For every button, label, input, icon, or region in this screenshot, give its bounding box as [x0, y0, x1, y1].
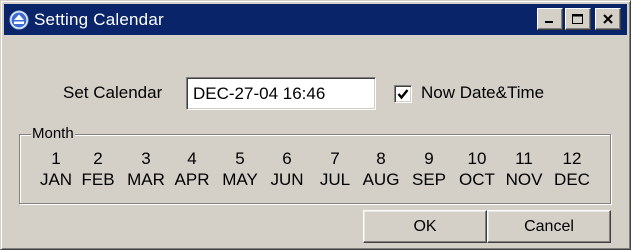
checkmark-icon [397, 89, 409, 100]
month-abbr: JUL [319, 170, 351, 189]
title-bar[interactable]: Setting Calendar [4, 4, 627, 35]
month-option-mar[interactable]: 3 MAR [121, 149, 171, 191]
window-title: Setting Calendar [34, 9, 164, 29]
month-abbr: FEB [81, 170, 115, 189]
month-abbr: JUN [270, 170, 304, 189]
setting-calendar-dialog: Setting Calendar Set Calendar DEC-27-04 … [0, 0, 631, 250]
window-controls [537, 8, 621, 30]
month-number: 11 [515, 149, 533, 168]
month-option-apr[interactable]: 4 APR [167, 149, 217, 191]
cancel-button[interactable]: Cancel [487, 210, 611, 243]
month-option-oct[interactable]: 10 OCT [452, 149, 502, 191]
month-option-sep[interactable]: 9 SEP [404, 149, 454, 191]
month-abbr: OCT [459, 170, 495, 189]
minimize-icon [545, 21, 553, 23]
month-abbr: APR [174, 170, 210, 189]
month-abbr: DEC [554, 170, 590, 189]
month-abbr: NOV [505, 170, 543, 189]
month-option-nov[interactable]: 11 NOV [499, 149, 549, 191]
close-icon [603, 14, 613, 24]
calendar-datetime-input[interactable] [186, 77, 376, 110]
now-datetime-label[interactable]: Now Date&Time [421, 83, 544, 103]
month-option-aug[interactable]: 8 AUG [356, 149, 406, 191]
month-option-jun[interactable]: 6 JUN [262, 149, 312, 191]
month-number: 4 [187, 149, 197, 168]
month-number: 12 [562, 149, 582, 168]
month-number: 9 [424, 149, 434, 168]
maximize-icon [572, 14, 583, 24]
now-datetime-checkbox[interactable] [394, 85, 412, 103]
month-number: 10 [467, 149, 487, 168]
maximize-button[interactable] [565, 8, 591, 30]
ok-button[interactable]: OK [363, 210, 487, 243]
month-option-jul[interactable]: 7 JUL [310, 149, 360, 191]
close-button[interactable] [595, 8, 621, 30]
month-abbr: MAY [222, 170, 258, 189]
month-abbr: MAR [127, 170, 165, 189]
set-calendar-label: Set Calendar [63, 83, 163, 102]
month-abbr: AUG [362, 170, 400, 189]
minimize-button[interactable] [537, 8, 563, 30]
month-legend: Month [31, 125, 75, 142]
month-number: 3 [141, 149, 151, 168]
month-option-may[interactable]: 5 MAY [215, 149, 265, 191]
month-number: 8 [376, 149, 386, 168]
eject-icon [8, 9, 30, 31]
month-number: 5 [235, 149, 245, 168]
month-number: 7 [330, 149, 340, 168]
month-abbr: SEP [411, 170, 447, 189]
month-option-dec[interactable]: 12 DEC [547, 149, 597, 191]
month-number: 2 [93, 149, 103, 168]
month-option-feb[interactable]: 2 FEB [73, 149, 123, 191]
month-number: 6 [282, 149, 292, 168]
